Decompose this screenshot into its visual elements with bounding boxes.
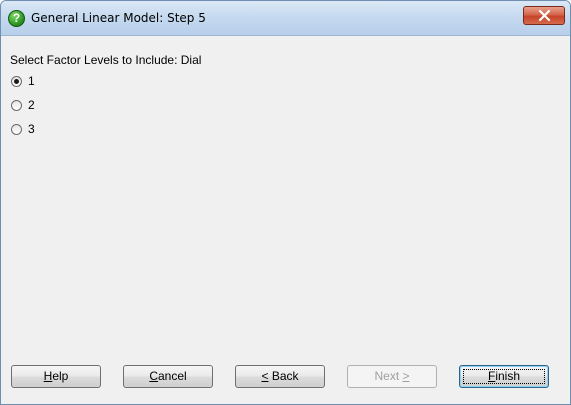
help-button[interactable]: Help (11, 365, 101, 388)
radio-button-2[interactable] (11, 99, 22, 111)
radio-button-1[interactable] (11, 75, 22, 87)
dialog-window: ? General Linear Model: Step 5 Select Fa… (0, 0, 571, 405)
window-title: General Linear Model: Step 5 (31, 11, 206, 25)
radio-option-1[interactable]: 1 (11, 73, 35, 89)
close-button[interactable] (523, 6, 565, 25)
factor-levels-prompt: Select Factor Levels to Include: Dial (10, 53, 202, 67)
radio-label-2: 2 (28, 98, 35, 112)
cancel-button[interactable]: Cancel (123, 365, 213, 388)
cancel-button-label: Cancel (149, 369, 187, 383)
title-bar[interactable]: ? General Linear Model: Step 5 (1, 1, 570, 36)
close-icon (538, 10, 551, 21)
next-button[interactable]: Next > (347, 365, 437, 388)
radio-label-3: 3 (28, 122, 35, 136)
radio-option-3[interactable]: 3 (11, 121, 35, 137)
help-question-icon: ? (8, 10, 25, 27)
radio-selected-dot (14, 78, 19, 84)
dialog-body: Select Factor Levels to Include: Dial 1 … (1, 36, 570, 404)
back-button-label: < Back (261, 369, 299, 383)
radio-button-3[interactable] (11, 123, 22, 135)
next-button-label: Next > (374, 369, 410, 383)
back-button[interactable]: < Back (235, 365, 325, 388)
radio-option-2[interactable]: 2 (11, 97, 35, 113)
finish-button[interactable]: Finish (459, 365, 549, 388)
radio-label-1: 1 (28, 74, 35, 88)
help-button-label: Help (43, 369, 69, 383)
finish-button-label: Finish (487, 369, 521, 383)
